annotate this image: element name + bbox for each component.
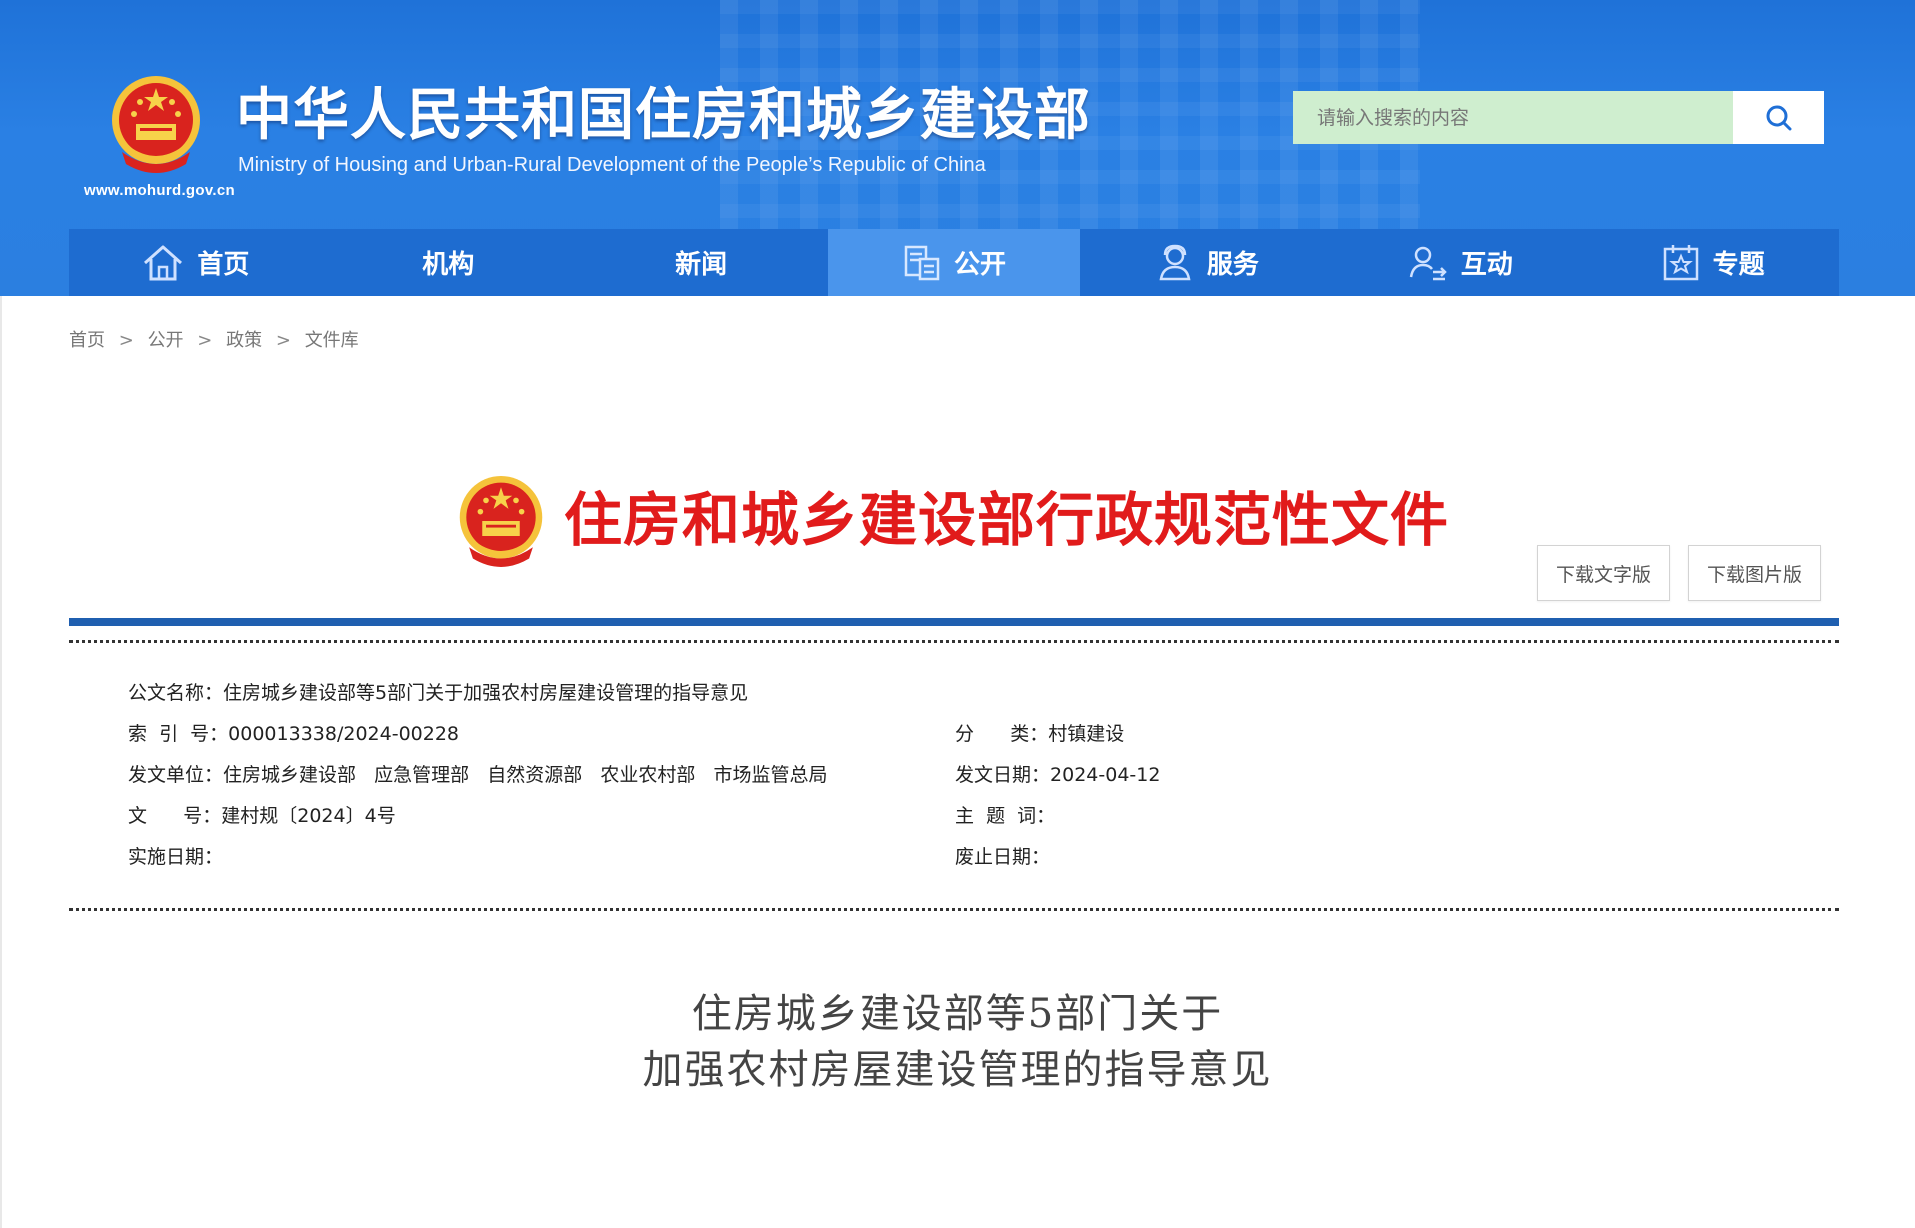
search-box: [1293, 91, 1824, 144]
meta-effective: 实施日期：: [128, 843, 223, 871]
breadcrumb-public[interactable]: 公开: [148, 330, 184, 351]
nav-item-interact[interactable]: 互动: [1333, 229, 1586, 296]
meta-expiry: 废止日期：: [955, 843, 1050, 871]
user-service-icon: [1159, 244, 1191, 280]
dotted-divider-bottom: [69, 908, 1839, 911]
site-subtitle: Ministry of Housing and Urban-Rural Deve…: [238, 154, 986, 176]
nav-label-public: 公开: [954, 250, 1007, 280]
nav-label-home: 首页: [197, 250, 250, 280]
search-button[interactable]: [1733, 91, 1824, 144]
breadcrumb-home[interactable]: 首页: [69, 330, 105, 351]
search-input[interactable]: [1293, 91, 1733, 144]
meta-title-label: 公文名称：: [128, 682, 224, 704]
meta-subject: 主 题 词：: [955, 802, 1055, 830]
nav-label-organization: 机构: [422, 250, 475, 280]
meta-docno-value: 建村规〔2024〕4号: [221, 805, 396, 827]
meta-category-label: 分 类：: [955, 723, 1049, 745]
header-divider: [69, 618, 1839, 626]
meta-index-value: 000013338/2024-00228: [228, 723, 460, 745]
nav-item-organization[interactable]: 机构: [322, 229, 575, 296]
main-nav: 首页 机构 新闻 公开 服务 互动 专题: [69, 229, 1839, 296]
nav-item-public[interactable]: 公开: [827, 229, 1081, 296]
meta-date: 发文日期：2024-04-12: [955, 761, 1160, 789]
site-url[interactable]: www.mohurd.gov.cn: [84, 182, 235, 199]
nav-label-topics: 专题: [1712, 250, 1765, 280]
nav-item-service[interactable]: 服务: [1080, 229, 1333, 296]
meta-effective-label: 实施日期：: [128, 846, 224, 868]
star-box-icon: [1663, 244, 1698, 280]
nav-item-topics[interactable]: 专题: [1586, 229, 1839, 296]
meta-title: 公文名称：住房城乡建设部等5部门关于加强农村房屋建设管理的指导意见: [128, 679, 748, 707]
meta-docno: 文 号：建村规〔2024〕4号: [128, 802, 396, 830]
nav-item-home[interactable]: 首页: [69, 229, 322, 296]
meta-issuer-label: 发文单位：: [128, 764, 224, 786]
breadcrumb-separator: >: [118, 330, 134, 351]
site-header: www.mohurd.gov.cn 中华人民共和国住房和城乡建设部 Minist…: [0, 0, 1915, 296]
breadcrumb-policy[interactable]: 政策: [226, 330, 262, 351]
document-title-line1: 住房城乡建设部等5部门关于: [691, 991, 1224, 1037]
meta-category-value: 村镇建设: [1048, 723, 1125, 745]
user-exchange-icon: [1409, 246, 1447, 280]
document-type-heading: 住房和城乡建设部行政规范性文件: [564, 486, 1450, 554]
meta-category: 分 类：村镇建设: [955, 720, 1124, 748]
national-emblem-icon[interactable]: [108, 72, 204, 176]
meta-index-label: 索 引 号：: [128, 723, 229, 745]
meta-index: 索 引 号：000013338/2024-00228: [128, 720, 459, 748]
download-image-button[interactable]: 下载图片版: [1688, 545, 1821, 601]
download-text-button[interactable]: 下载文字版: [1537, 545, 1670, 601]
document-title-line2: 加强农村房屋建设管理的指导意见: [642, 1047, 1273, 1093]
site-title[interactable]: 中华人民共和国住房和城乡建设部: [236, 80, 1091, 152]
dotted-divider-top: [69, 640, 1839, 643]
meta-issuer-value: 住房城乡建设部 应急管理部 自然资源部 农业农村部 市场监管总局: [223, 764, 828, 786]
meta-subject-label: 主 题 词：: [955, 805, 1056, 827]
home-icon: [144, 245, 183, 280]
nav-label-interact: 互动: [1460, 250, 1513, 280]
search-icon: [1766, 105, 1791, 130]
national-emblem-icon: [459, 476, 543, 567]
breadcrumb-separator: >: [197, 330, 213, 351]
nav-label-news: 新闻: [675, 250, 728, 280]
meta-title-value: 住房城乡建设部等5部门关于加强农村房屋建设管理的指导意见: [223, 682, 749, 704]
meta-issuer: 发文单位：住房城乡建设部 应急管理部 自然资源部 农业农村部 市场监管总局: [128, 761, 828, 789]
meta-docno-label: 文 号：: [128, 805, 222, 827]
breadcrumb-separator: >: [275, 330, 291, 351]
meta-expiry-label: 废止日期：: [955, 846, 1051, 868]
meta-date-value: 2024-04-12: [1050, 764, 1161, 786]
nav-item-news[interactable]: 新闻: [575, 229, 828, 296]
breadcrumb-library[interactable]: 文件库: [305, 330, 359, 351]
meta-date-label: 发文日期：: [955, 764, 1051, 786]
nav-label-service: 服务: [1206, 250, 1259, 280]
breadcrumb: 首页 > 公开 > 政策 > 文件库: [69, 326, 359, 352]
document-icon: [904, 245, 940, 280]
